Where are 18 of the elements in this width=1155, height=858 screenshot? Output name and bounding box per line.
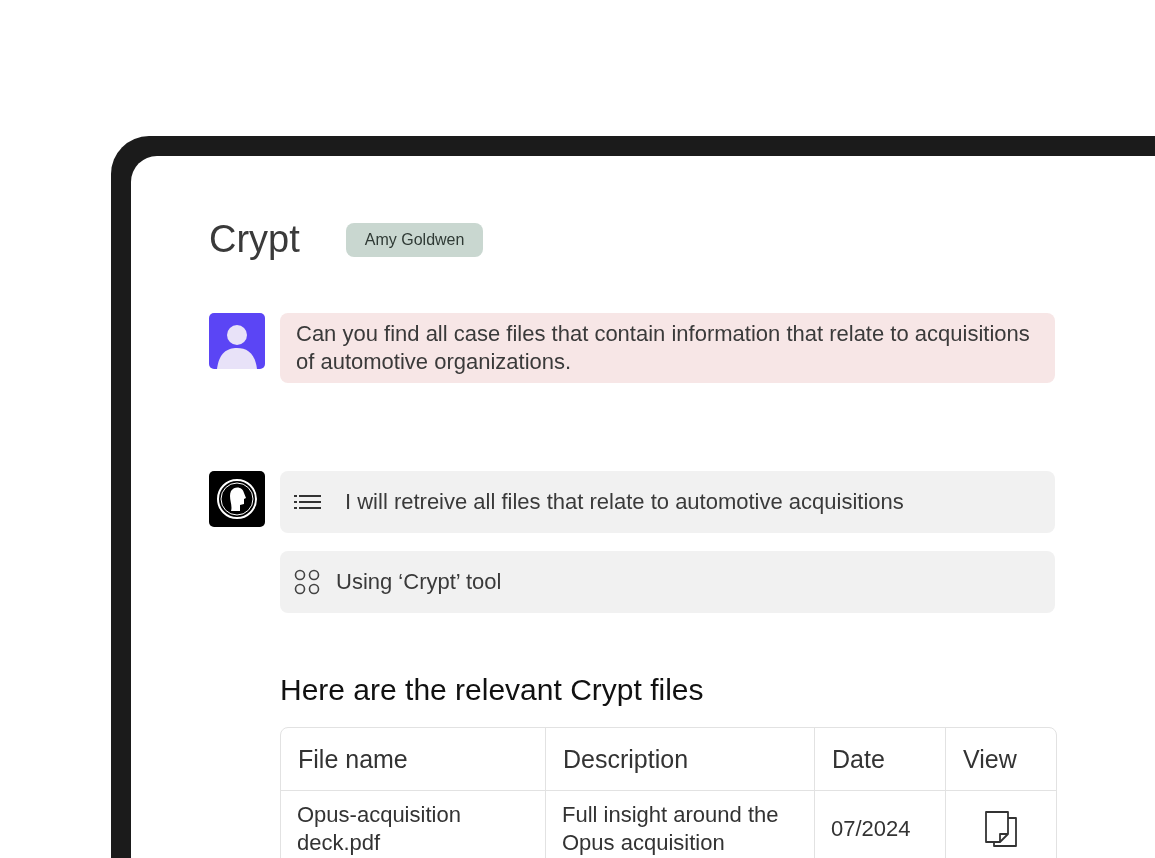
column-header: Description [545,728,814,790]
medallion-logo-icon [209,471,265,527]
user-badge: Amy Goldwen [345,222,484,257]
table-cell: 07/2024 [814,791,945,858]
step-text: I will retreive all files that relate to automotive acquisitions [345,489,904,515]
step-text: Using ‘Crypt’ tool [336,569,502,595]
four-circles-icon [294,569,320,595]
app-title: Crypt [209,218,300,261]
user-message: Can you find all case files that contain information that relate to acquisitions of automotive organizations. [280,313,1055,383]
results-heading: Here are the relevant Crypt files [280,673,705,707]
user-avatar-icon [209,313,265,369]
column-header: File name [297,743,409,775]
document-icon[interactable] [984,810,1018,848]
table-cell-text: Opus-acquisition deck.pdf [296,801,462,857]
table-cell: Full insight around the Opus acquisition [545,791,814,858]
column-header: View [945,728,1056,790]
column-header: Date [814,728,945,790]
list-icon [294,494,322,510]
